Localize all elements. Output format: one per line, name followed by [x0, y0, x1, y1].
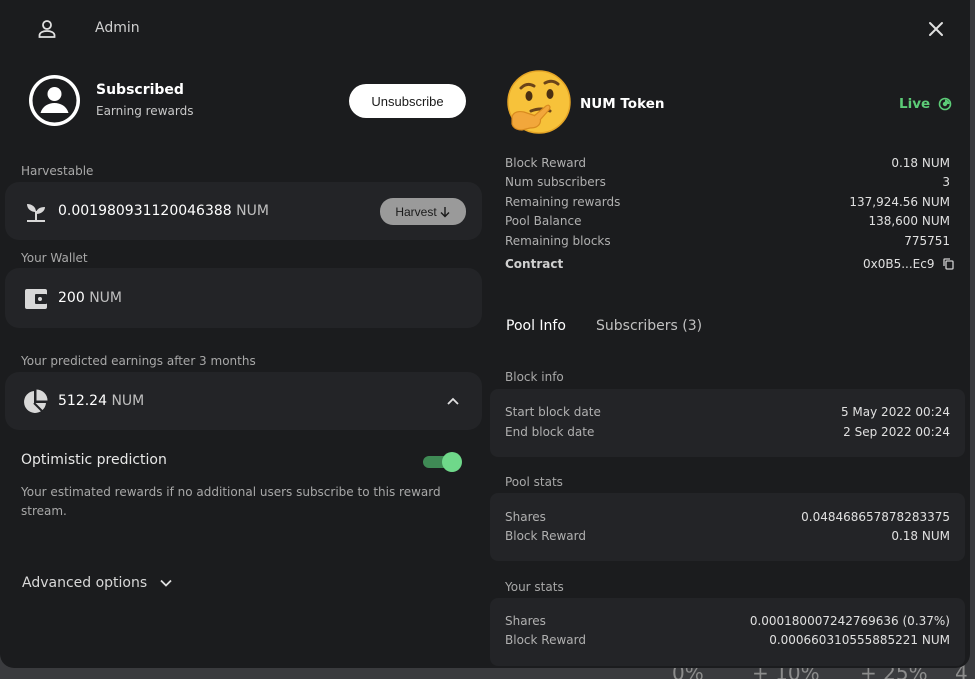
- token-name: NUM Token: [580, 96, 665, 112]
- wallet-amount: 200 NUM: [58, 290, 122, 306]
- your-stats-row-value: 0.000180007242769636 (0.37%): [749, 614, 950, 628]
- optimistic-prediction-toggle[interactable]: [423, 452, 462, 472]
- your-stats-label: Your stats: [505, 580, 564, 594]
- tab-subscribers[interactable]: Subscribers (3): [596, 318, 702, 334]
- subscription-modal: Admin Subscribed Earning rewards Unsubsc…: [0, 0, 970, 668]
- your-stats-row-label: Shares: [505, 614, 546, 628]
- pool-stats-label: Pool stats: [505, 475, 563, 489]
- stat-label: Remaining blocks: [505, 234, 611, 248]
- block-info-row-label: End block date: [505, 425, 595, 439]
- harvest-button[interactable]: Harvest: [380, 198, 466, 225]
- live-label: Live: [899, 96, 931, 112]
- live-indicator-icon: [938, 97, 952, 111]
- pool-stats-row-value: 0.18 NUM: [891, 529, 950, 543]
- pie-chart-icon: [24, 389, 48, 413]
- stat-label: Remaining rewards: [505, 195, 621, 209]
- your-stats-row-label: Block Reward: [505, 633, 586, 647]
- wallet-value: 200: [58, 290, 85, 306]
- pool-stats-card: [490, 493, 965, 561]
- unsubscribe-button[interactable]: Unsubscribe: [349, 84, 466, 118]
- user-icon: [38, 20, 56, 38]
- harvestable-label: Harvestable: [21, 164, 94, 178]
- harvest-label: Harvest: [395, 204, 437, 219]
- stat-label: Block Reward: [505, 156, 586, 170]
- block-info-row-value: 5 May 2022 00:24: [840, 405, 950, 419]
- stat-label: Num subscribers: [505, 175, 606, 189]
- avatar: [29, 75, 80, 126]
- prediction-label: Your predicted earnings after 3 months: [21, 354, 256, 368]
- stat-value: 137,924.56 NUM: [849, 195, 950, 209]
- harvestable-unit: NUM: [236, 203, 269, 219]
- harvestable-amount: 0.001980931120046388 NUM: [58, 203, 269, 219]
- wallet-unit: NUM: [89, 290, 122, 306]
- block-info-label: Block info: [505, 370, 564, 384]
- advanced-options-toggle[interactable]: Advanced options: [22, 575, 173, 591]
- sprout-icon: [27, 204, 45, 222]
- block-info-row-label: Start block date: [505, 405, 601, 419]
- stat-value: 775751: [904, 234, 950, 248]
- chevron-up-icon[interactable]: [446, 394, 460, 408]
- your-stats-card: [490, 598, 965, 666]
- wallet-icon: [25, 289, 47, 309]
- pool-stats-row-label: Block Reward: [505, 529, 586, 543]
- close-icon[interactable]: [927, 20, 945, 38]
- block-info-card: [490, 389, 965, 457]
- toggle-knob: [442, 452, 462, 472]
- thinking-face-icon: [507, 70, 571, 134]
- optimistic-prediction-label: Optimistic prediction: [21, 452, 167, 468]
- your-stats-row-value: 0.000660310555885221 NUM: [769, 633, 950, 647]
- modal-title: Admin: [95, 20, 140, 36]
- stat-label: Pool Balance: [505, 214, 582, 228]
- live-status: Live: [899, 96, 952, 112]
- chevron-down-icon: [160, 579, 172, 587]
- block-info-row-value: 2 Sep 2022 00:24: [843, 425, 950, 439]
- subscription-status: Subscribed: [96, 82, 184, 98]
- advanced-options-label: Advanced options: [22, 575, 148, 591]
- stat-value: 0.18 NUM: [891, 156, 950, 170]
- tab-pool-info[interactable]: Pool Info: [506, 318, 566, 334]
- copy-icon[interactable]: [942, 258, 954, 270]
- pool-stats-row-value: 0.048468657878283375: [801, 510, 950, 524]
- prediction-unit: NUM: [111, 393, 145, 409]
- wallet-label: Your Wallet: [21, 251, 88, 265]
- pool-stats-row-label: Shares: [505, 510, 546, 524]
- arrow-down-icon: [440, 206, 450, 217]
- user-avatar-icon: [32, 78, 77, 123]
- modal-header: Admin: [0, 0, 970, 58]
- prediction-amount: 512.24 NUM: [58, 393, 144, 409]
- contract-label: Contract: [505, 257, 564, 271]
- stat-value: 138,600 NUM: [868, 214, 950, 228]
- subscription-subtext: Earning rewards: [96, 104, 194, 118]
- prediction-value: 512.24: [58, 393, 107, 409]
- contract-value: 0x0B5...Ec9: [863, 257, 935, 271]
- optimistic-prediction-description: Your estimated rewards if no additional …: [21, 485, 441, 518]
- stat-value: 3: [942, 175, 950, 189]
- contract-address[interactable]: 0x0B5...Ec9: [863, 257, 954, 271]
- harvestable-value: 0.001980931120046388: [58, 203, 232, 219]
